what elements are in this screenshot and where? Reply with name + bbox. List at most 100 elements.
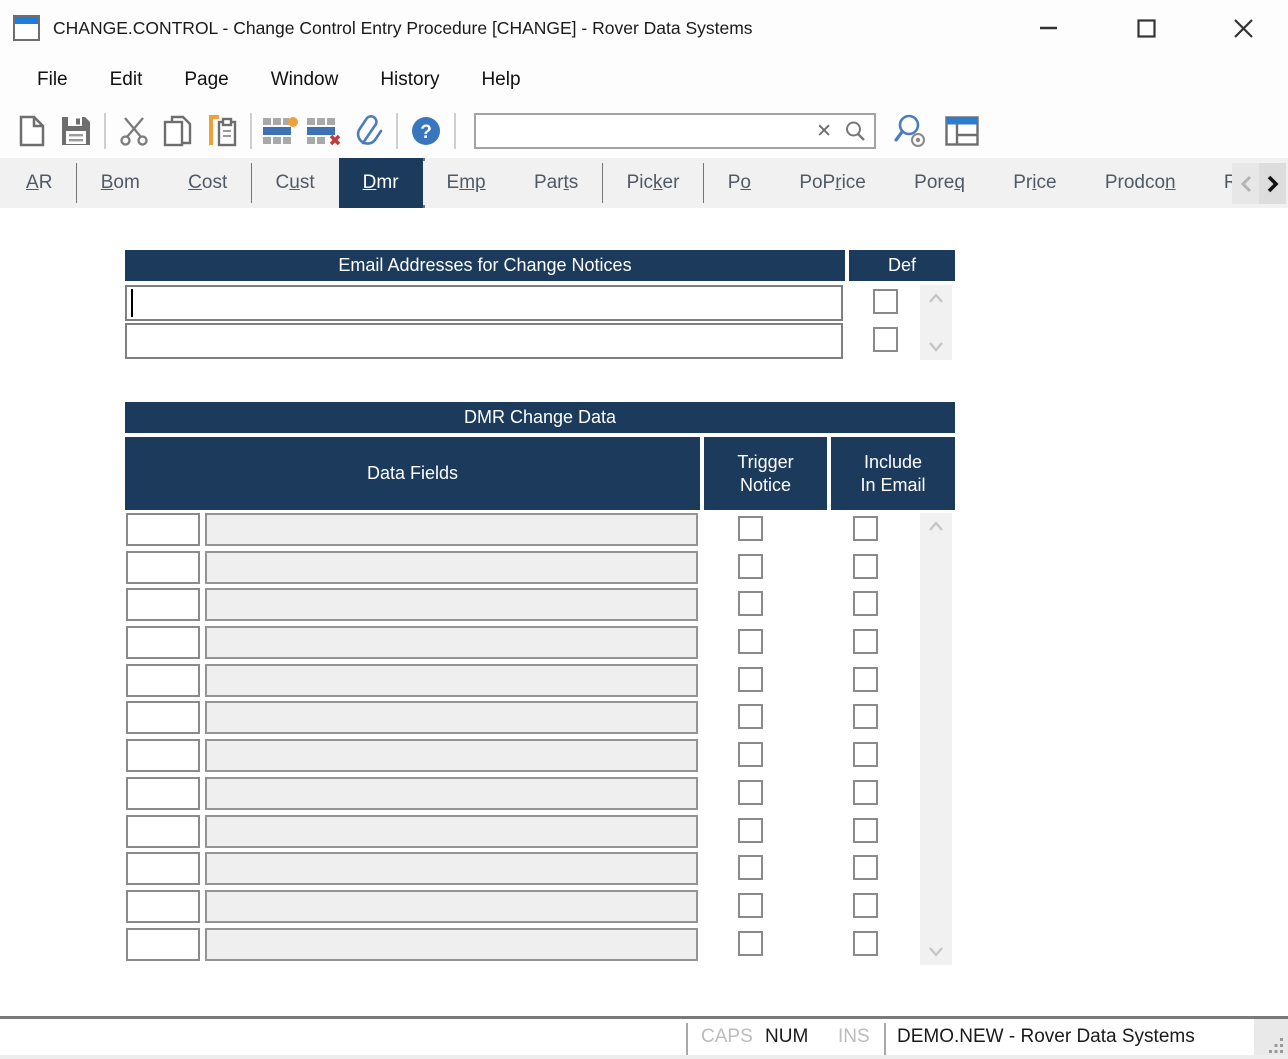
trigger-notice-checkbox[interactable] (738, 516, 763, 541)
trigger-notice-checkbox[interactable] (738, 855, 763, 880)
dmr-scrollbar[interactable] (920, 513, 952, 965)
tab-dmr[interactable]: Dmr (339, 158, 423, 208)
trigger-notice-checkbox[interactable] (738, 742, 763, 767)
delete-row-button[interactable] (302, 109, 346, 153)
tab-cost[interactable]: Cost (164, 161, 251, 205)
include-in-email-checkbox[interactable] (853, 893, 878, 918)
default-checkbox-2[interactable] (873, 327, 898, 352)
tab-label-part: ost (202, 172, 227, 194)
dmr-row-5 (125, 664, 955, 702)
insert-row-button[interactable] (258, 109, 302, 153)
tab-poprice[interactable]: PoPrice (775, 161, 890, 205)
close-button[interactable] (1226, 10, 1260, 46)
search-box: ✕ (474, 113, 876, 149)
scroll-up-icon[interactable] (928, 521, 944, 531)
menu-window[interactable]: Window (250, 69, 360, 91)
tab-parts[interactable]: Parts (510, 161, 602, 205)
menu-file[interactable]: File (16, 69, 89, 91)
include-in-email-checkbox[interactable] (853, 742, 878, 767)
paste-clipboard-icon (206, 114, 238, 148)
maximize-button[interactable] (1129, 10, 1163, 46)
scroll-tabs-left-button[interactable] (1232, 163, 1259, 204)
default-checkbox-1[interactable] (873, 289, 898, 314)
data-field-code-input[interactable] (126, 739, 200, 772)
include-in-email-checkbox[interactable] (853, 629, 878, 654)
data-field-code-input[interactable] (126, 928, 200, 961)
trigger-notice-checkbox[interactable] (738, 931, 763, 956)
trigger-notice-checkbox[interactable] (738, 554, 763, 579)
dmr-table-header: DMR Change Data (125, 402, 955, 433)
paste-button[interactable] (200, 109, 244, 153)
tab-cust[interactable]: Cust (252, 161, 339, 205)
layout-view-button[interactable] (940, 109, 984, 153)
trigger-notice-checkbox[interactable] (738, 818, 763, 843)
data-field-code-input[interactable] (126, 852, 200, 885)
trigger-notice-checkbox[interactable] (738, 893, 763, 918)
toolbar-separator (454, 113, 456, 149)
email-scrollbar[interactable] (920, 285, 952, 360)
data-field-code-input[interactable] (126, 777, 200, 810)
clear-search-icon[interactable]: ✕ (806, 122, 842, 141)
include-in-email-checkbox[interactable] (853, 591, 878, 616)
data-field-code-input[interactable] (126, 815, 200, 848)
tab-po[interactable]: Po (704, 161, 775, 205)
save-button[interactable] (54, 109, 98, 153)
data-field-code-input[interactable] (126, 664, 200, 697)
search-icon[interactable] (842, 120, 874, 142)
find-preview-button[interactable] (888, 109, 932, 153)
tab-label-part: s (569, 172, 579, 194)
minimize-button[interactable] (1032, 10, 1066, 46)
tab-bom[interactable]: Bom (77, 161, 164, 205)
menu-page[interactable]: Page (163, 69, 249, 91)
attachment-button[interactable] (346, 109, 390, 153)
close-icon (1234, 19, 1253, 38)
tab-emp[interactable]: Emp (423, 161, 510, 205)
copy-button[interactable] (156, 109, 200, 153)
menu-help[interactable]: Help (460, 69, 541, 91)
email-address-input-1[interactable] (125, 285, 843, 321)
title-bar: CHANGE.CONTROL - Change Control Entry Pr… (0, 0, 1288, 56)
scroll-up-icon[interactable] (928, 293, 944, 303)
scroll-down-icon[interactable] (928, 947, 944, 957)
include-in-email-checkbox[interactable] (853, 704, 878, 729)
help-button[interactable]: ? (404, 109, 448, 153)
trigger-notice-checkbox[interactable] (738, 667, 763, 692)
trigger-notice-checkbox[interactable] (738, 591, 763, 616)
include-in-email-checkbox[interactable] (853, 667, 878, 692)
trigger-notice-checkbox[interactable] (738, 780, 763, 805)
include-in-email-checkbox[interactable] (853, 855, 878, 880)
include-in-email-checkbox[interactable] (853, 818, 878, 843)
scroll-tabs-right-button[interactable] (1259, 163, 1286, 204)
insert-mode-indicator: INS (838, 1026, 870, 1048)
trigger-header-line2: Notice (740, 474, 791, 497)
resize-grip-zone[interactable] (1254, 1019, 1288, 1059)
include-in-email-checkbox[interactable] (853, 780, 878, 805)
search-input[interactable] (476, 115, 806, 147)
data-field-code-input[interactable] (126, 513, 200, 546)
data-field-description (205, 890, 698, 923)
include-in-email-checkbox[interactable] (853, 931, 878, 956)
tab-poreq[interactable]: Poreq (890, 161, 989, 205)
email-address-input-2[interactable] (125, 323, 843, 359)
copy-icon (163, 115, 193, 147)
data-field-code-input[interactable] (126, 701, 200, 734)
tab-ar[interactable]: AR (2, 161, 76, 205)
include-in-email-checkbox[interactable] (853, 554, 878, 579)
data-field-code-input[interactable] (126, 588, 200, 621)
trigger-notice-checkbox[interactable] (738, 704, 763, 729)
data-field-code-input[interactable] (126, 626, 200, 659)
data-field-code-input[interactable] (126, 551, 200, 584)
scroll-down-icon[interactable] (928, 342, 944, 352)
dmr-row-11 (125, 890, 955, 928)
tab-price[interactable]: Price (989, 161, 1080, 205)
include-in-email-checkbox[interactable] (853, 516, 878, 541)
tab-prodcon[interactable]: Prodcon (1081, 161, 1200, 205)
new-document-button[interactable] (10, 109, 54, 153)
status-bar: CAPS NUM INS DEMO.NEW - Rover Data Syste… (0, 1016, 1288, 1059)
data-field-code-input[interactable] (126, 890, 200, 923)
menu-edit[interactable]: Edit (89, 69, 164, 91)
cut-button[interactable] (112, 109, 156, 153)
trigger-notice-checkbox[interactable] (738, 629, 763, 654)
menu-history[interactable]: History (359, 69, 460, 91)
tab-picker[interactable]: Picker (603, 161, 704, 205)
